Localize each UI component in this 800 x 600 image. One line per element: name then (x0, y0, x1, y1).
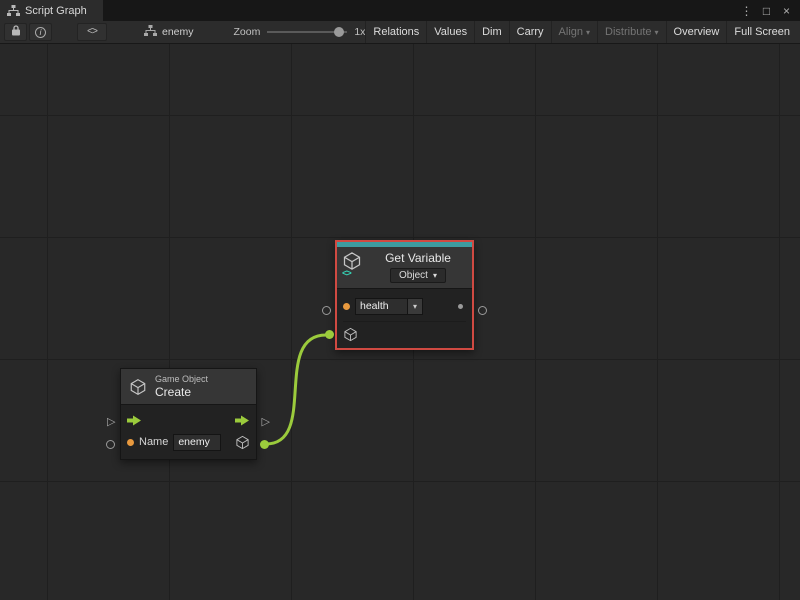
create-result-output-port[interactable] (260, 440, 269, 449)
zoom-slider[interactable] (267, 31, 347, 33)
script-graph-icon (7, 5, 20, 16)
chevron-down-icon: ▾ (433, 272, 437, 280)
chevron-down-icon: ▾ (655, 29, 659, 37)
titlebar: Script Graph ⋮ □ × (0, 0, 800, 21)
tab-title: Script Graph (25, 5, 87, 17)
variable-name-combo: ▾ (355, 298, 423, 315)
variable-cube-icon: <> (342, 251, 364, 277)
node-title: Create (155, 385, 208, 399)
game-object-cube-icon (129, 378, 147, 396)
getvar-name-input-port[interactable] (322, 306, 331, 315)
variable-scope-dropdown[interactable]: Object ▾ (390, 268, 446, 283)
zoom-value: 1x (354, 26, 365, 38)
distribute-button[interactable]: Distribute ▾ (597, 21, 665, 43)
string-value-dot-icon (343, 303, 350, 310)
node-category: Game Object (155, 374, 208, 384)
info-button[interactable]: i (29, 23, 52, 41)
button-label: Overview (674, 26, 720, 38)
node-create-game-object[interactable]: Game Object Create Name (120, 368, 257, 460)
button-label: Align (559, 26, 583, 38)
variable-name-dropdown-button[interactable]: ▾ (407, 298, 423, 315)
flow-out-arrow-icon (235, 415, 250, 426)
create-header: Game Object Create (121, 369, 256, 404)
create-body: Name (121, 404, 256, 459)
button-label: Relations (373, 26, 419, 38)
lock-button[interactable] (4, 23, 27, 41)
script-graph-window: Script Graph ⋮ □ × i <> enemy Zoom (0, 0, 800, 600)
variable-name-input[interactable] (355, 298, 407, 315)
flow-in-arrow-icon (127, 415, 142, 426)
string-value-dot-icon (127, 439, 134, 446)
align-button[interactable]: Align▾ (551, 21, 597, 43)
dim-button[interactable]: Dim (474, 21, 509, 43)
create-name-input-port[interactable] (106, 440, 115, 449)
node-get-variable[interactable]: <> Get Variable Object ▾ ▾ (335, 240, 474, 350)
scope-label: Object (399, 270, 428, 281)
flow-row (127, 409, 250, 431)
value-indicator-dot-icon (458, 304, 463, 309)
close-button[interactable]: × (778, 2, 795, 19)
graph-canvas[interactable]: <> Get Variable Object ▾ ▾ (0, 44, 800, 600)
carry-button[interactable]: Carry (509, 21, 551, 43)
toolbar: i <> enemy Zoom 1x Relations Values Dim … (0, 21, 800, 44)
toolbar-buttons: Relations Values Dim Carry Align▾ Distri… (365, 21, 797, 43)
full-screen-button[interactable]: Full Screen (726, 21, 797, 43)
game-object-cube-icon (235, 435, 250, 450)
graph-breadcrumb[interactable]: enemy (144, 25, 194, 39)
getvar-value-output-port[interactable] (478, 306, 487, 315)
button-label: Full Screen (734, 26, 790, 38)
create-flow-input-port[interactable]: ▷ (107, 417, 115, 428)
relations-button[interactable]: Relations (365, 21, 426, 43)
code-view-button[interactable]: <> (77, 23, 107, 41)
button-label: Values (434, 26, 467, 38)
maximize-button[interactable]: □ (758, 2, 775, 19)
game-object-cube-icon (343, 327, 358, 342)
button-label: Carry (517, 26, 544, 38)
getvar-object-input-port[interactable] (325, 330, 334, 339)
get-variable-header: <> Get Variable Object ▾ (337, 247, 472, 288)
variable-name-row: ▾ (343, 295, 466, 317)
button-label: Distribute (605, 26, 651, 38)
values-button[interactable]: Values (426, 21, 474, 43)
graph-name: enemy (162, 26, 194, 38)
button-label: Dim (482, 26, 502, 38)
name-param-row: Name (127, 431, 250, 453)
param-label: Name (139, 436, 168, 448)
object-source-row (343, 321, 466, 343)
chevron-down-icon: ▾ (586, 29, 590, 37)
window-menu-button[interactable]: ⋮ (738, 2, 755, 19)
name-param-input[interactable] (173, 434, 221, 451)
get-variable-body: ▾ (337, 288, 472, 348)
window-controls: ⋮ □ × (738, 0, 800, 21)
connection-wire[interactable] (266, 335, 326, 444)
zoom-slider-knob[interactable] (334, 27, 344, 37)
zoom-label: Zoom (234, 26, 261, 38)
chevron-down-icon: ▾ (413, 302, 417, 311)
script-graph-icon (144, 25, 157, 39)
create-flow-output-port[interactable]: ▷ (262, 417, 270, 428)
overview-button[interactable]: Overview (666, 21, 727, 43)
code-icon: <> (87, 27, 97, 38)
node-title: Get Variable (385, 251, 451, 265)
tab-script-graph[interactable]: Script Graph (0, 0, 103, 21)
lock-icon (11, 25, 21, 39)
info-icon: i (35, 27, 46, 38)
code-icon: <> (342, 269, 351, 279)
